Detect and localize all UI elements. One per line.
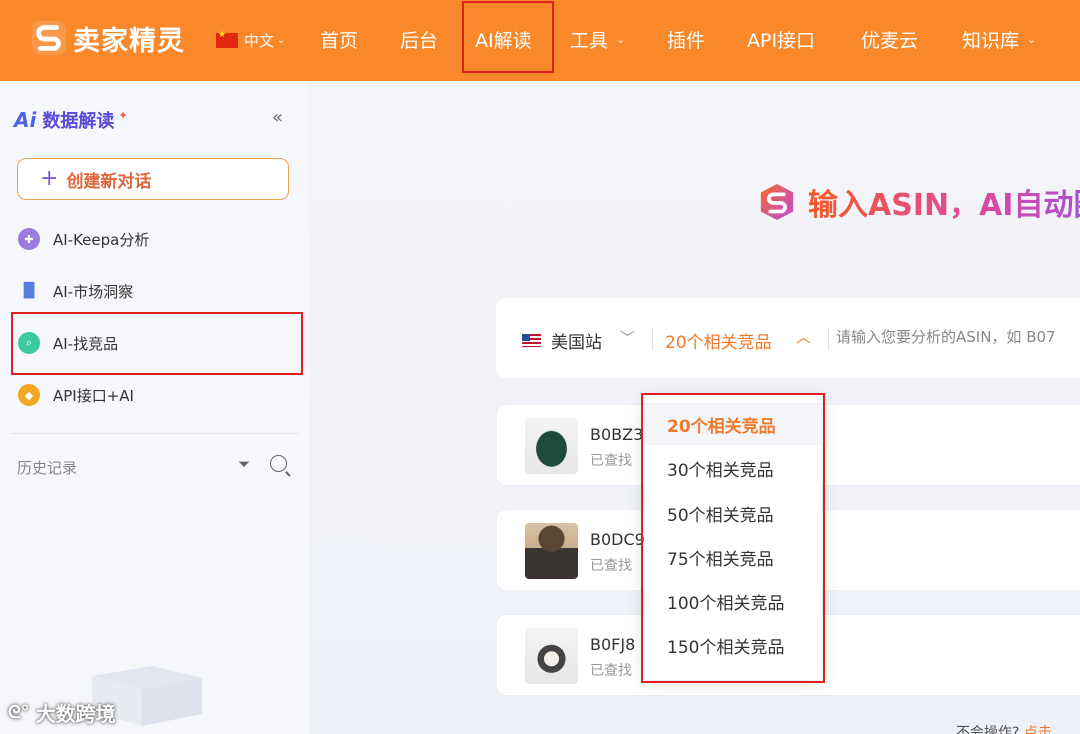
- help-link[interactable]: 点击: [1024, 725, 1052, 734]
- nav-label: 后台: [400, 30, 439, 52]
- collapse-sidebar-icon[interactable]: «: [272, 107, 283, 128]
- brand-logo-icon: [760, 183, 794, 221]
- chevron-down-icon[interactable]: ﹀: [620, 327, 635, 348]
- watermark-logo-icon: ᘓ°: [8, 702, 30, 723]
- chevron-up-icon[interactable]: ︿: [796, 326, 811, 347]
- nav-label: 插件: [667, 30, 706, 52]
- filter-icon[interactable]: ⏷: [238, 455, 250, 473]
- nav-home[interactable]: 首页: [320, 26, 358, 53]
- product-thumbnail: [525, 628, 578, 684]
- chevron-down-icon: ⌄: [277, 35, 286, 46]
- language-selector[interactable]: 中文 ⌄: [216, 30, 285, 51]
- sidebar-item-label: AI-Keepa分析: [53, 230, 150, 249]
- logo-mark-icon: [31, 20, 67, 56]
- nav-backend[interactable]: 后台: [400, 26, 438, 53]
- sidebar-item-label: API接口+AI: [53, 386, 134, 405]
- top-navbar: 卖家精灵 中文 ⌄ 首页 后台 AI解读 工具⌄ 插件 API接口 优麦云 知识…: [0, 0, 1080, 81]
- help-hint: 不会操作? 点击: [956, 722, 1052, 734]
- divider: [828, 328, 829, 350]
- watermark: ᘓ° 大数跨境: [8, 698, 116, 727]
- card-asin: B0FJ8: [590, 635, 636, 654]
- logo[interactable]: 卖家精灵: [30, 16, 185, 60]
- marketplace-select[interactable]: 美国站: [551, 328, 602, 353]
- hero-title: 输入ASIN，AI自动圈: [808, 180, 1080, 224]
- new-chat-label: 创建新对话: [66, 171, 152, 192]
- sidebar-title: Ai 数据解读 ✦: [14, 107, 128, 133]
- sidebar-item-api-ai[interactable]: ◆ API接口+AI: [18, 384, 134, 406]
- nav-api[interactable]: API接口: [747, 26, 815, 53]
- annotation-box-sidebar: [11, 312, 303, 375]
- card-status: 已查找: [590, 558, 632, 574]
- sidebar-item-market-insight[interactable]: ▐▌ AI-市场洞察: [18, 280, 133, 302]
- chevron-down-icon: ⌄: [1027, 33, 1037, 46]
- nav-label: 首页: [320, 30, 359, 52]
- nav-plugins[interactable]: 插件: [667, 26, 705, 53]
- sidebar-title-text: 数据解读: [42, 111, 115, 132]
- logo-text: 卖家精灵: [73, 25, 185, 57]
- annotation-box-nav: [462, 1, 554, 73]
- china-flag-icon: [216, 30, 238, 48]
- competitor-count-select[interactable]: 20个相关竞品: [665, 328, 772, 353]
- new-chat-button[interactable]: + 创建新对话: [17, 158, 289, 200]
- annotation-box-dropdown: [641, 393, 825, 683]
- help-hint-text: 不会操作?: [956, 725, 1020, 734]
- search-icon[interactable]: [270, 455, 287, 472]
- chevron-down-icon: ⌄: [616, 33, 626, 46]
- asin-input[interactable]: [836, 328, 1080, 346]
- ai-badge-icon: Ai: [14, 108, 37, 132]
- nav-tools[interactable]: 工具 ⌄: [570, 26, 625, 53]
- sidebar-item-label: AI-市场洞察: [53, 282, 134, 301]
- divider: [10, 433, 299, 434]
- language-label: 中文: [244, 32, 275, 50]
- card-asin: B0DC9: [590, 530, 645, 549]
- nav-knowledge-base[interactable]: 知识库 ⌄: [962, 26, 1036, 53]
- nav-youmaiyun[interactable]: 优麦云: [861, 26, 918, 53]
- api-icon: ◆: [18, 384, 40, 406]
- nav-label: 优麦云: [861, 30, 919, 52]
- card-asin: B0BZ3: [590, 425, 644, 444]
- sidebar: Ai 数据解读 ✦ « + 创建新对话 ✚ AI-Keepa分析 ▐▌ AI-市…: [0, 81, 309, 734]
- card-status: 已查找: [590, 453, 632, 469]
- hero-heading: 输入ASIN，AI自动圈: [758, 180, 1080, 224]
- divider: [652, 328, 653, 350]
- nav-label: 工具: [570, 30, 609, 52]
- sparkle-icon: ✦: [118, 108, 128, 122]
- nav-label: 知识库: [962, 30, 1020, 52]
- card-status: 已查找: [590, 663, 632, 679]
- product-thumbnail: [525, 523, 578, 579]
- search-bar: 美国站 ﹀ 20个相关竞品 ︿: [496, 298, 1080, 378]
- watermark-text: 大数跨境: [35, 702, 116, 726]
- keepa-icon: ✚: [18, 228, 40, 250]
- bar-chart-icon: ▐▌: [18, 283, 40, 299]
- sidebar-item-keepa[interactable]: ✚ AI-Keepa分析: [18, 228, 149, 250]
- us-flag-icon: [522, 334, 541, 347]
- product-thumbnail: [525, 418, 578, 474]
- plus-icon: +: [40, 166, 59, 191]
- nav-label: API接口: [747, 30, 816, 52]
- history-label: 历史记录: [17, 459, 78, 477]
